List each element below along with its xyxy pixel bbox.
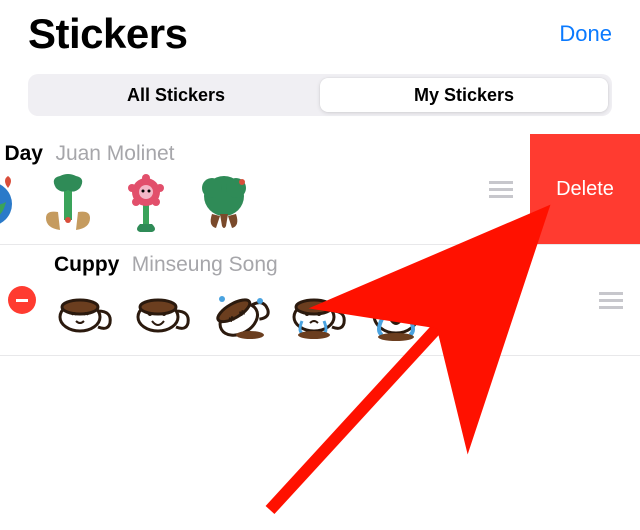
sticker-thumbnail	[132, 281, 196, 345]
sticker-pack-list: World Earth Day Juan Molinet	[0, 134, 640, 356]
pack-author: Juan Molinet	[55, 142, 174, 165]
sticker-thumbnail	[0, 170, 22, 234]
sticker-thumbnail	[366, 281, 430, 345]
sticker-pack-row: World Earth Day Juan Molinet	[0, 134, 640, 245]
tab-my-stickers[interactable]: My Stickers	[320, 78, 608, 112]
sticker-thumbnail	[210, 281, 274, 345]
pack-header: World Earth Day Juan Molinet	[0, 142, 472, 166]
remove-minus-icon[interactable]	[8, 286, 36, 314]
pack-title: Cuppy	[54, 253, 119, 276]
pack-thumbnails	[54, 281, 582, 345]
sticker-thumbnail	[288, 281, 352, 345]
tab-all-stickers[interactable]: All Stickers	[32, 78, 320, 112]
sticker-pack-row-content[interactable]: World Earth Day Juan Molinet	[0, 134, 530, 244]
pack-author: Minseung Song	[132, 253, 278, 276]
sticker-thumbnail	[36, 170, 100, 234]
pack-title: World Earth Day	[0, 142, 43, 165]
pack-header: Cuppy Minseung Song	[54, 253, 582, 277]
segmented-control: All Stickers My Stickers	[28, 74, 612, 116]
sticker-thumbnail	[192, 170, 256, 234]
sticker-thumbnail	[114, 170, 178, 234]
delete-button[interactable]: Delete	[530, 134, 640, 244]
remove-control	[0, 245, 44, 355]
pack-thumbnails	[0, 170, 472, 234]
reorder-handle-icon[interactable]	[582, 245, 640, 355]
page-title: Stickers	[28, 10, 187, 58]
sticker-pack-row: Cuppy Minseung Song	[0, 245, 640, 356]
reorder-handle-icon[interactable]	[472, 134, 530, 244]
sticker-thumbnail	[54, 281, 118, 345]
sticker-pack-row-content[interactable]: Cuppy Minseung Song	[0, 245, 640, 355]
done-button[interactable]: Done	[559, 21, 612, 47]
